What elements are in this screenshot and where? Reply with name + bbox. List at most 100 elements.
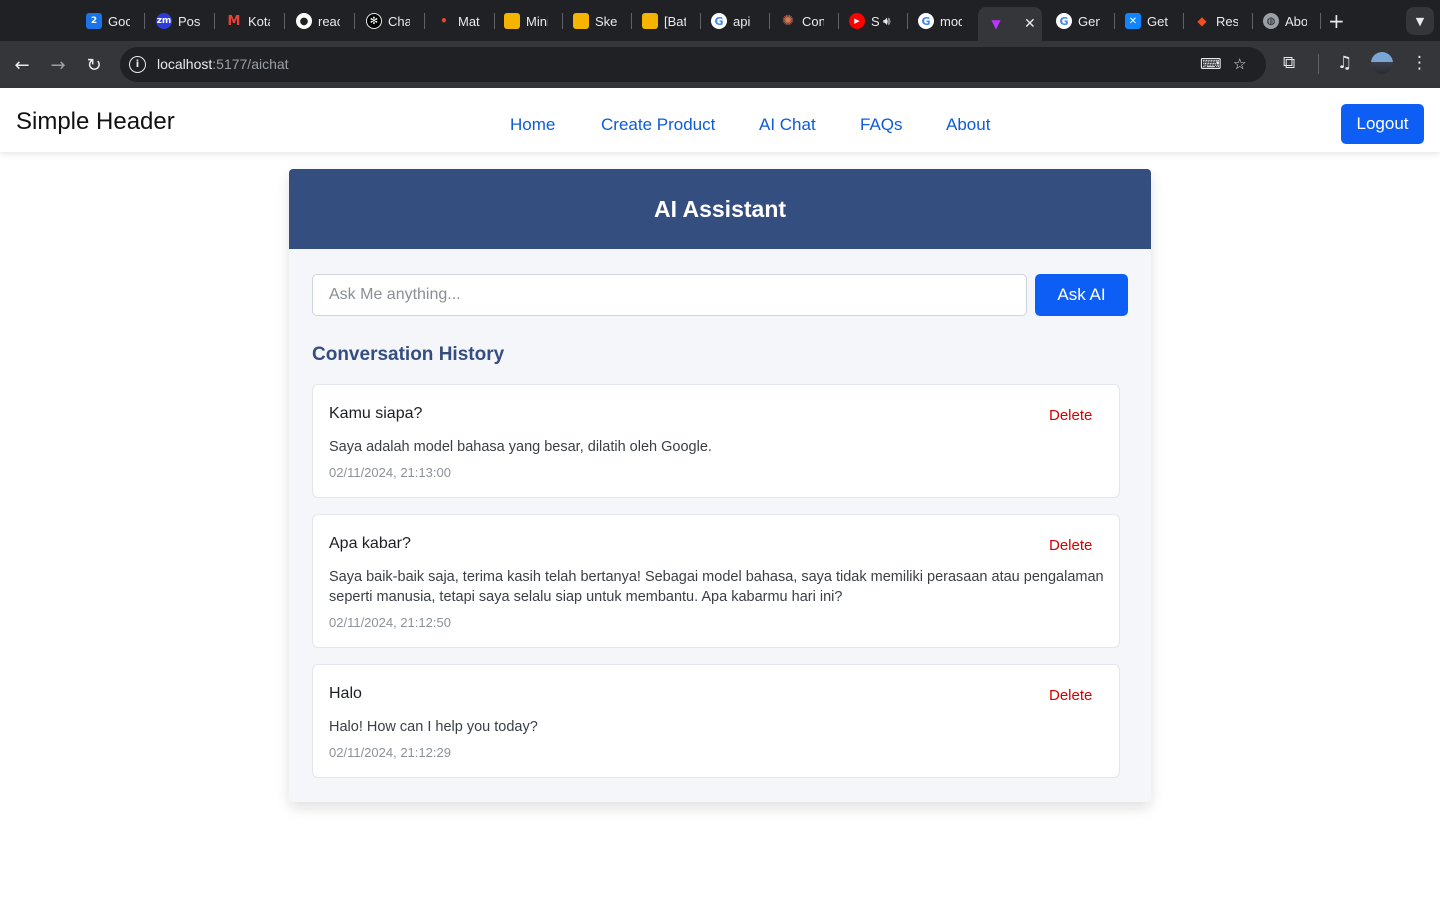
browser-tab[interactable]: 2 Goo bbox=[86, 8, 130, 34]
tab-title: [Bat bbox=[664, 13, 686, 29]
browser-tab[interactable]: Ske bbox=[573, 8, 617, 34]
conversation-timestamp: 02/11/2024, 21:12:29 bbox=[329, 745, 451, 760]
youtube-music-icon: ▶ bbox=[849, 13, 865, 29]
browser-tab[interactable]: ◍ Abo bbox=[1263, 8, 1307, 34]
address-url[interactable]: localhost:5177/aichat bbox=[157, 56, 289, 72]
ask-ai-button[interactable]: Ask AI bbox=[1035, 274, 1128, 316]
tab-separator bbox=[1114, 13, 1115, 29]
delete-button[interactable]: Delete bbox=[1049, 537, 1092, 554]
tab-title: mod bbox=[940, 13, 962, 29]
conversation-question: Kamu siapa? bbox=[329, 405, 423, 422]
profile-avatar[interactable] bbox=[1371, 52, 1393, 74]
tab-title: Post bbox=[178, 13, 200, 29]
browser-tab[interactable]: ✕ Get bbox=[1125, 8, 1169, 34]
translate-icon[interactable]: ⌨ bbox=[1200, 55, 1222, 73]
figma-icon: ◆ bbox=[1197, 14, 1207, 28]
nav-link-faqs[interactable]: FAQs bbox=[860, 115, 903, 135]
tab-separator bbox=[284, 13, 285, 29]
app-header: Simple Header Home Create Product AI Cha… bbox=[0, 88, 1440, 152]
browser-tab[interactable]: M Kota bbox=[226, 8, 270, 34]
google-calendar-icon: 2 bbox=[86, 13, 102, 29]
claude-icon: ✺ bbox=[782, 13, 794, 29]
browser-tab[interactable]: ✻ Cha bbox=[366, 8, 410, 34]
tab-separator bbox=[700, 13, 701, 29]
conversation-question: Apa kabar? bbox=[329, 535, 411, 552]
reload-icon[interactable]: ↻ bbox=[82, 53, 106, 77]
conversation-answer: Saya adalah model bahasa yang besar, dil… bbox=[329, 439, 712, 455]
logout-button[interactable]: Logout bbox=[1341, 104, 1424, 144]
browser-tab[interactable]: [Bat bbox=[642, 8, 686, 34]
browser-tab-strip: 2 Goo zm Post M Kota ● reac ✻ Cha • Mat … bbox=[0, 0, 1440, 41]
tab-separator bbox=[214, 13, 215, 29]
conversation-history-title: Conversation History bbox=[312, 344, 505, 365]
browser-tab[interactable]: G Gen bbox=[1056, 8, 1100, 34]
nav-link-about[interactable]: About bbox=[946, 115, 990, 135]
new-tab-icon[interactable]: + bbox=[1328, 9, 1345, 33]
close-tab-icon[interactable]: ✕ bbox=[1024, 16, 1036, 32]
toolbar-divider bbox=[1318, 54, 1319, 74]
zoom-icon: zm bbox=[156, 13, 172, 29]
browser-tab[interactable]: zm Post bbox=[156, 8, 200, 34]
browser-tab[interactable]: Mini bbox=[504, 8, 548, 34]
tab-title: Abo bbox=[1285, 13, 1307, 29]
tab-search-icon[interactable]: ▼ bbox=[1406, 7, 1434, 35]
butterfly-icon: ✕ bbox=[1125, 13, 1141, 29]
browser-tab[interactable]: ◆ Res bbox=[1194, 8, 1238, 34]
browser-tab[interactable]: ✺ Con bbox=[780, 8, 824, 34]
tab-separator bbox=[1183, 13, 1184, 29]
tab-separator bbox=[1320, 13, 1321, 29]
tab-separator bbox=[769, 13, 770, 29]
slides-icon bbox=[573, 13, 589, 29]
tab-title: S bbox=[871, 13, 879, 29]
google-icon: G bbox=[1056, 13, 1072, 29]
browser-toolbar: ← → ↻ i localhost:5177/aichat ⌨ ☆ ⧉ ♫ ⋮ bbox=[0, 41, 1440, 88]
site-info-icon[interactable]: i bbox=[129, 56, 146, 73]
browser-tab[interactable]: ● reac bbox=[296, 8, 340, 34]
tab-title: Res bbox=[1216, 13, 1238, 29]
browser-tab[interactable]: • Mat bbox=[436, 8, 480, 34]
nav-link-home[interactable]: Home bbox=[510, 115, 555, 135]
speaker-icon[interactable]: 🔊︎ bbox=[883, 14, 891, 29]
tab-title: Goo bbox=[108, 13, 130, 29]
card-title: AI Assistant bbox=[653, 195, 787, 222]
tab-separator bbox=[354, 13, 355, 29]
conversation-timestamp: 02/11/2024, 21:12:50 bbox=[329, 615, 451, 630]
tab-title: Get bbox=[1147, 13, 1168, 29]
conversation-timestamp: 02/11/2024, 21:13:00 bbox=[329, 465, 451, 480]
menu-icon[interactable]: ⋮ bbox=[1411, 53, 1428, 73]
address-bar[interactable]: i localhost:5177/aichat ⌨ ☆ bbox=[120, 47, 1266, 82]
ask-input[interactable] bbox=[312, 274, 1027, 316]
conversation-item: Apa kabar? Delete Saya baik-baik saja, t… bbox=[312, 514, 1120, 648]
conversation-answer: Halo! How can I help you today? bbox=[329, 719, 538, 735]
conversation-item: Halo Delete Halo! How can I help you tod… bbox=[312, 664, 1120, 778]
delete-button[interactable]: Delete bbox=[1049, 687, 1092, 704]
extensions-icon[interactable]: ⧉ bbox=[1283, 53, 1295, 73]
vite-icon: ▼ bbox=[991, 17, 1001, 31]
delete-button[interactable]: Delete bbox=[1049, 407, 1092, 424]
tab-title: Cha bbox=[388, 13, 410, 29]
tab-separator bbox=[631, 13, 632, 29]
card-header: AI Assistant bbox=[289, 169, 1151, 249]
tab-separator bbox=[494, 13, 495, 29]
tab-separator bbox=[562, 13, 563, 29]
browser-tab[interactable]: G mod bbox=[918, 8, 962, 34]
bookmark-star-icon[interactable]: ☆ bbox=[1233, 55, 1246, 73]
conversation-item: Kamu siapa? Delete Saya adalah model bah… bbox=[312, 384, 1120, 498]
forward-icon[interactable]: → bbox=[46, 53, 70, 77]
tab-separator bbox=[424, 13, 425, 29]
browser-tab[interactable]: G api bbox=[711, 8, 755, 34]
tab-separator bbox=[907, 13, 908, 29]
dot-icon: • bbox=[440, 14, 448, 28]
browser-tab[interactable]: ▶ S 🔊︎ bbox=[849, 8, 891, 34]
media-control-icon[interactable]: ♫ bbox=[1337, 53, 1352, 73]
ai-assistant-card: AI Assistant Ask AI Conversation History… bbox=[289, 169, 1151, 802]
back-icon[interactable]: ← bbox=[10, 53, 34, 77]
browser-tab-active[interactable]: ▼ ✕ bbox=[978, 7, 1042, 41]
google-icon: G bbox=[918, 13, 934, 29]
nav-link-ai-chat[interactable]: AI Chat bbox=[759, 115, 816, 135]
conversation-question: Halo bbox=[329, 685, 362, 702]
nav-link-create-product[interactable]: Create Product bbox=[601, 115, 715, 135]
conversation-answer: Saya baik-baik saja, terima kasih telah … bbox=[329, 569, 1104, 605]
tab-separator bbox=[144, 13, 145, 29]
google-icon: G bbox=[711, 13, 727, 29]
